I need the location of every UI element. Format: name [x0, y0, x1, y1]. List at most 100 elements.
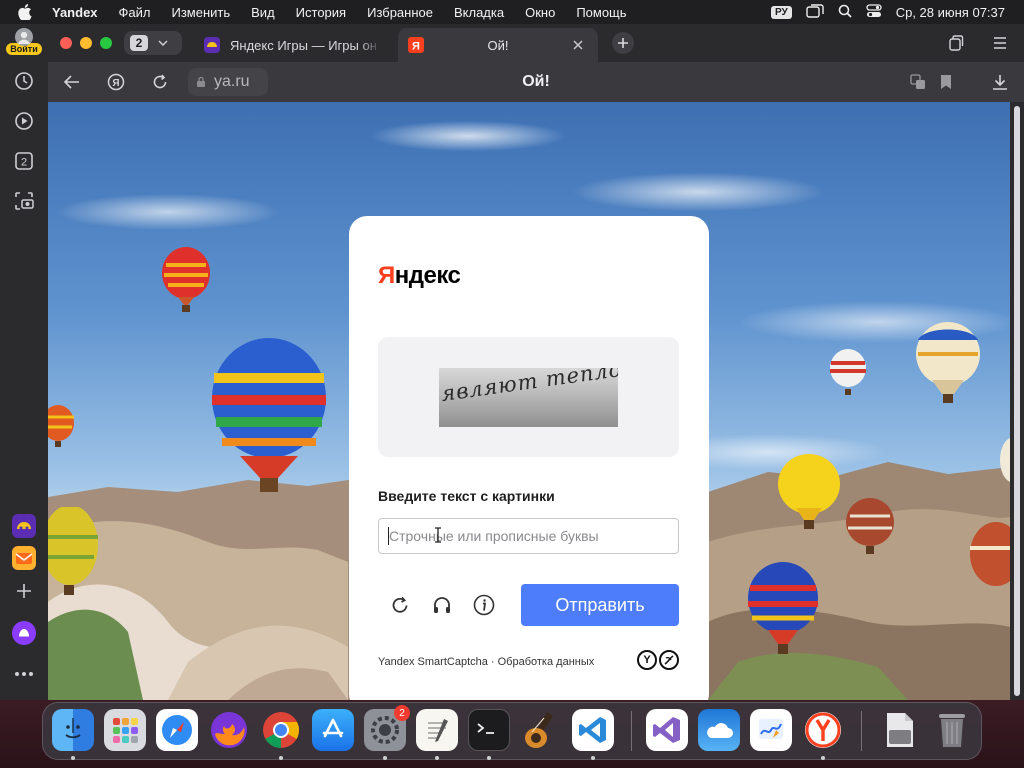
- audio-captcha-headphones-icon[interactable]: [431, 594, 453, 616]
- hot-air-balloon: [916, 322, 980, 403]
- hot-air-balloon: [970, 522, 1010, 586]
- captcha-input-field[interactable]: [378, 518, 679, 554]
- smartcaptcha-logos: Y: [637, 650, 679, 670]
- info-icon[interactable]: [473, 594, 495, 616]
- dock-running-dot: [279, 756, 283, 760]
- garageband-icon[interactable]: [520, 709, 562, 751]
- menu-file[interactable]: Файл: [119, 5, 151, 20]
- app-store-icon[interactable]: [312, 709, 354, 751]
- address-bar[interactable]: ya.ru: [188, 68, 268, 96]
- media-play-icon[interactable]: [12, 109, 36, 133]
- hot-air-balloon: [48, 507, 98, 595]
- add-app-icon[interactable]: [12, 579, 36, 603]
- tab-strip: 2 Яндекс Игры — Игры он Я Ой!: [48, 24, 1024, 62]
- menu-window[interactable]: Окно: [525, 5, 555, 20]
- svg-text:Я: Я: [112, 78, 119, 89]
- visual-studio-icon[interactable]: [646, 709, 688, 751]
- yandex-home-icon[interactable]: Я: [106, 72, 126, 92]
- weather-icon[interactable]: [698, 709, 740, 751]
- menu-edit[interactable]: Изменить: [172, 5, 231, 20]
- captcha-image-panel: являют тепло: [378, 337, 679, 457]
- dock-running-dot: [71, 756, 75, 760]
- close-tab-icon[interactable]: [570, 37, 586, 53]
- menubar-app-name[interactable]: Yandex: [52, 5, 98, 20]
- back-arrow-icon[interactable]: [62, 72, 82, 92]
- trash-icon[interactable]: [931, 709, 973, 751]
- hot-air-balloon: [1000, 438, 1010, 482]
- freeform-icon[interactable]: [750, 709, 792, 751]
- input-language-badge[interactable]: РУ: [770, 5, 792, 19]
- captcha-prompt: Введите текст с картинки: [378, 488, 555, 504]
- textedit-icon[interactable]: [416, 709, 458, 751]
- minimize-window-button[interactable]: [80, 37, 92, 49]
- collections-icon[interactable]: [946, 33, 966, 53]
- hot-air-balloon: [162, 247, 210, 312]
- hot-air-balloon: [748, 562, 818, 654]
- maximize-window-button[interactable]: [100, 37, 112, 49]
- system-settings-icon[interactable]: 2: [364, 705, 410, 751]
- translate-icon[interactable]: [908, 72, 928, 92]
- plus-icon: [618, 38, 628, 48]
- chrome-icon[interactable]: [260, 709, 302, 751]
- terminal-icon[interactable]: [468, 709, 510, 751]
- yandex-logo-rest: ндекс: [394, 262, 461, 289]
- login-button[interactable]: Войти: [6, 28, 42, 60]
- address-text: ya.ru: [214, 73, 250, 90]
- hot-air-balloon: [48, 405, 74, 447]
- user-avatar-icon: [15, 28, 33, 46]
- captcha-footer[interactable]: Yandex SmartCaptcha · Обработка данных: [378, 656, 594, 668]
- bookmark-icon[interactable]: [936, 72, 956, 92]
- dock-running-dot: [487, 756, 491, 760]
- scrollbar-thumb[interactable]: [1014, 106, 1020, 696]
- chevron-down-icon: [158, 40, 168, 46]
- menu-bookmarks[interactable]: Избранное: [367, 5, 433, 20]
- control-center-icon[interactable]: [866, 3, 882, 21]
- captcha-image-text: являют тепло: [439, 368, 618, 406]
- mail-app-icon[interactable]: [12, 546, 36, 570]
- menubar-clock[interactable]: Ср, 28 июня 07:37: [896, 5, 1005, 20]
- browser-sidebar: Войти 2: [0, 24, 48, 700]
- tabs-counter-icon[interactable]: 2: [12, 149, 36, 173]
- smartcaptcha-mark-icon: [659, 650, 679, 670]
- page-scrollbar[interactable]: [1010, 102, 1024, 700]
- macos-dock: 2: [42, 702, 982, 760]
- menu-view[interactable]: Вид: [251, 5, 275, 20]
- alice-assistant-icon[interactable]: [12, 621, 36, 645]
- svg-text:2: 2: [21, 157, 27, 169]
- finder-icon[interactable]: [52, 709, 94, 751]
- dock-separator: [631, 711, 632, 751]
- text-caret: [388, 527, 389, 545]
- tab-groups-button[interactable]: 2: [124, 31, 182, 55]
- downloads-icon[interactable]: [990, 72, 1010, 92]
- new-tab-button[interactable]: [612, 32, 634, 54]
- menu-help[interactable]: Помощь: [576, 5, 626, 20]
- hot-air-balloon: [778, 454, 840, 529]
- screenshot-icon[interactable]: [12, 189, 36, 213]
- refresh-captcha-icon[interactable]: [389, 594, 411, 616]
- more-dots-icon[interactable]: [12, 662, 36, 686]
- games-favicon-icon: [204, 37, 220, 53]
- spotlight-search-icon[interactable]: [838, 4, 852, 21]
- reload-icon[interactable]: [150, 72, 170, 92]
- dock-running-dot: [383, 756, 387, 760]
- games-app-icon[interactable]: [12, 514, 36, 538]
- firefox-icon[interactable]: [208, 709, 250, 751]
- history-icon[interactable]: [12, 69, 36, 93]
- hamburger-menu-icon[interactable]: [990, 33, 1010, 53]
- hot-air-balloon: [830, 349, 866, 395]
- smartcaptcha-card: Яндекс являют тепло Введите текст с карт…: [349, 216, 709, 700]
- vscode-icon[interactable]: [572, 709, 614, 751]
- apple-icon[interactable]: [18, 4, 32, 20]
- safari-icon[interactable]: [156, 709, 198, 751]
- tab-active-captcha[interactable]: Я Ой!: [398, 28, 598, 62]
- downloads-stack-icon[interactable]: [879, 709, 921, 751]
- launchpad-icon[interactable]: [104, 709, 146, 751]
- submit-button[interactable]: Отправить: [521, 584, 679, 626]
- page-viewport: Яндекс являют тепло Введите текст с карт…: [48, 102, 1010, 700]
- menu-history[interactable]: История: [296, 5, 346, 20]
- window-switch-icon[interactable]: [806, 3, 824, 21]
- menu-tab[interactable]: Вкладка: [454, 5, 504, 20]
- macos-menubar: Yandex Файл Изменить Вид История Избранн…: [0, 0, 1024, 24]
- yandex-browser-icon[interactable]: [802, 709, 844, 751]
- close-window-button[interactable]: [60, 37, 72, 49]
